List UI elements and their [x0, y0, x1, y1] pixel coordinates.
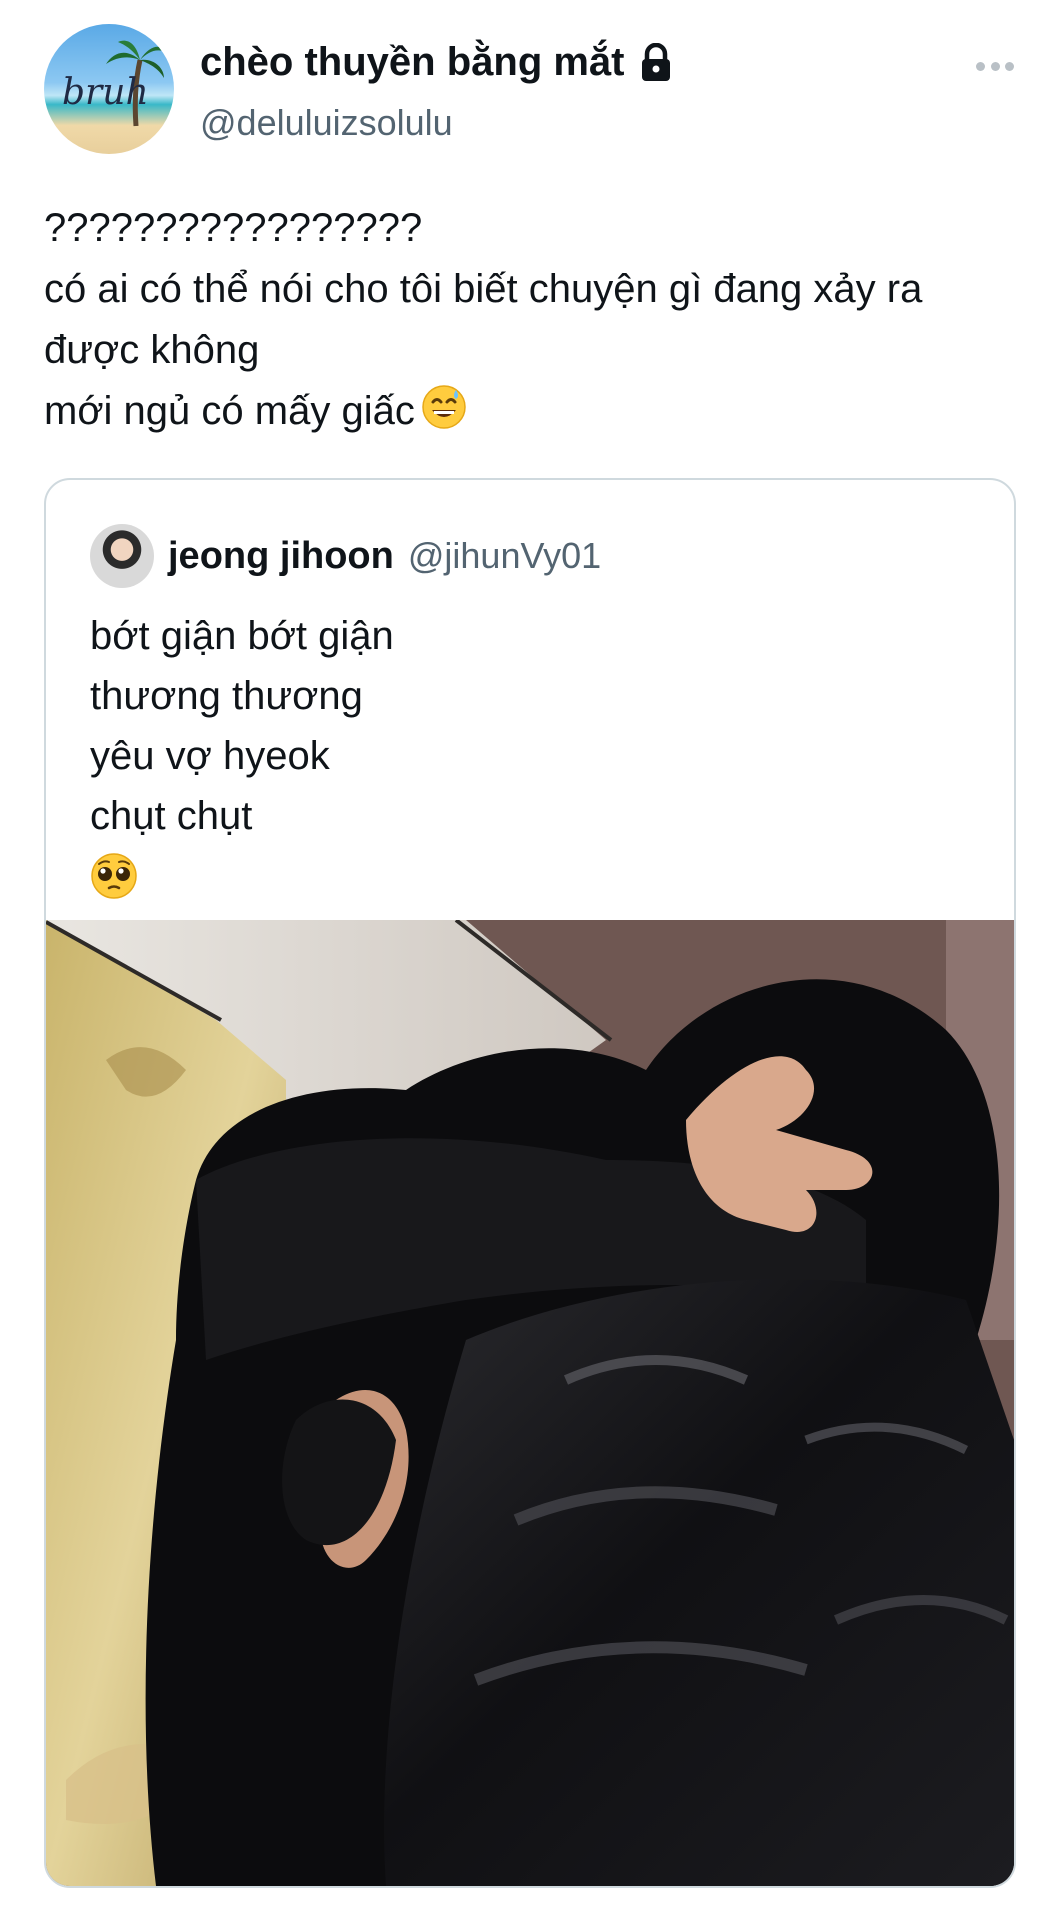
avatar-text: bruh — [62, 72, 149, 113]
pleading-face-emoji — [90, 852, 138, 905]
tweet-header: bruh chèo thuyền bằng mắt @deluluizsolul… — [44, 24, 1014, 156]
tweet-text: ????????????????? có ai có thể nói cho t… — [44, 198, 1019, 448]
author-name-row: chèo thuyền bằng mắt — [200, 40, 673, 85]
quoted-handle[interactable]: @jihunVy01 — [408, 535, 601, 577]
quoted-tweet[interactable]: jeong jihoon @jihunVy01 bớt giận bớt giậ… — [44, 478, 1016, 1888]
quoted-text: bớt giận bớt giận thương thương yêu vợ h… — [90, 614, 394, 838]
more-options-icon[interactable] — [976, 62, 1014, 74]
grinning-sweat-emoji — [421, 384, 467, 448]
lock-icon — [639, 42, 673, 83]
author-avatar[interactable]: bruh — [44, 24, 174, 154]
tweet-body: ????????????????? có ai có thể nói cho t… — [44, 206, 923, 433]
quoted-avatar[interactable] — [90, 524, 154, 588]
quoted-media-photo[interactable] — [46, 920, 1014, 1886]
quoted-display-name[interactable]: jeong jihoon — [168, 535, 394, 578]
quoted-header: jeong jihoon @jihunVy01 — [90, 524, 601, 588]
author-display-name[interactable]: chèo thuyền bằng mắt — [200, 40, 625, 85]
author-handle[interactable]: @deluluizsolulu — [200, 102, 453, 144]
